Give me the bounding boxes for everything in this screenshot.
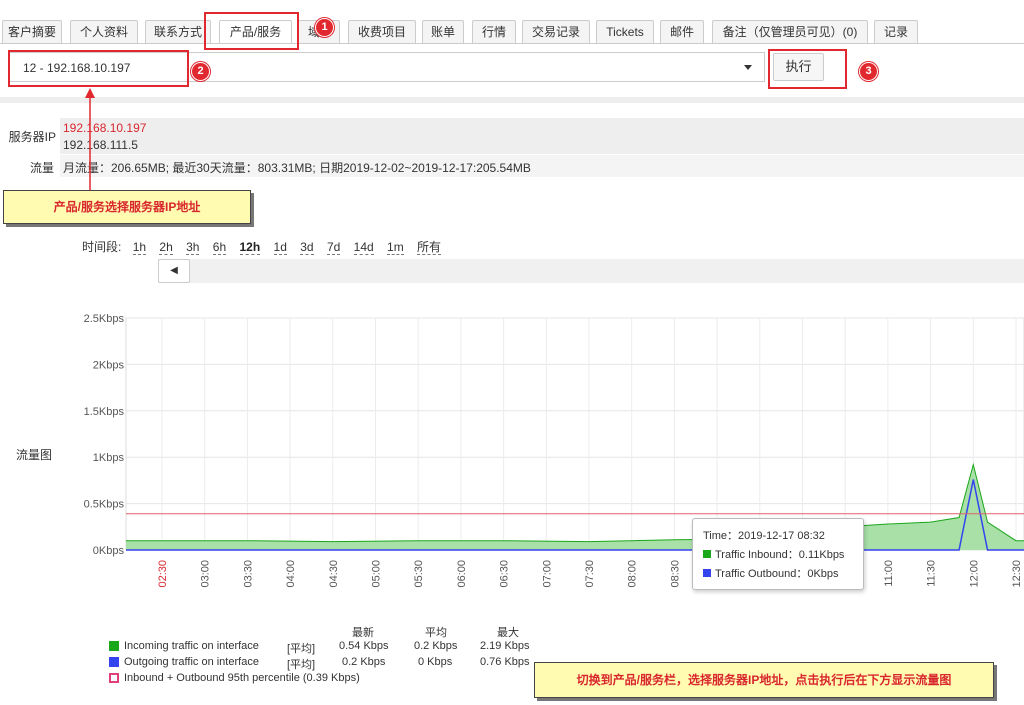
server-ip-secondary: 192.168.111.5 [63, 138, 138, 152]
y-tick-label: 2Kbps [93, 359, 125, 371]
server-ip-label: 服务器IP [8, 130, 56, 144]
period-label: 时间段: [82, 240, 122, 254]
note-select-ip: 产品/服务选择服务器IP地址 [3, 190, 251, 224]
x-tick-label: 12:00 [968, 560, 980, 588]
server-ip-row-bg [60, 118, 1024, 154]
chevron-down-icon [744, 65, 752, 70]
y-tick-label: 0.5Kbps [84, 499, 125, 511]
legend-header-max: 最大 [497, 627, 519, 639]
arrow-up-icon [85, 88, 95, 192]
legend-incoming-avg: 0.2 Kbps [414, 640, 458, 652]
y-tick-label: 1Kbps [93, 452, 125, 464]
y-tick-label: 0Kbps [93, 545, 125, 557]
legend-header-last: 最新 [352, 627, 374, 639]
inbound-swatch [703, 550, 711, 558]
outbound-swatch [703, 569, 711, 577]
callout-number-3: 3 [860, 63, 877, 80]
chart-tooltip: Time：2019-12-17 08:32 Traffic Inbound：0.… [692, 518, 864, 590]
tab-profile[interactable]: 个人资料 [70, 20, 138, 44]
x-tick-label: 03:00 [200, 560, 212, 588]
x-tick-label: 12:30 [1011, 560, 1023, 588]
tooltip-inbound: Traffic Inbound：0.11Kbps [703, 546, 853, 562]
y-tick-label: 1.5Kbps [84, 406, 125, 418]
callout-number-2: 2 [192, 63, 209, 80]
x-tick-label: 08:00 [627, 560, 639, 588]
x-tick-label: 07:00 [541, 560, 553, 588]
tooltip-outbound-text: Traffic Outbound：0Kbps [715, 568, 839, 580]
period-option-7d[interactable]: 7d [326, 240, 341, 255]
period-option-12h[interactable]: 12h [239, 240, 261, 255]
tab-billable-items[interactable]: 收费项目 [348, 20, 416, 44]
section-separator [0, 97, 1024, 103]
legend-swatch-incoming [109, 641, 119, 651]
tooltip-outbound: Traffic Outbound：0Kbps [703, 565, 853, 581]
x-tick-label: 03:30 [242, 560, 254, 588]
period-option-2h[interactable]: 2h [159, 240, 173, 255]
x-tick-label: 08:30 [669, 560, 681, 588]
tab-log[interactable]: 记录 [874, 20, 918, 44]
period-option-3d[interactable]: 3d [300, 240, 314, 255]
legend-incoming-last: 0.54 Kbps [339, 640, 389, 652]
callout-box-tab [204, 12, 299, 50]
tab-transactions[interactable]: 交易记录 [522, 20, 590, 44]
scroll-left-button[interactable]: ◀ [158, 259, 190, 283]
legend-swatch-outgoing [109, 657, 119, 667]
x-tick-label: 05:00 [371, 560, 383, 588]
legend-outgoing-last: 0.2 Kbps [342, 656, 386, 668]
traffic-label: 流量 [29, 161, 54, 175]
chevron-left-icon: ◀ [170, 265, 178, 276]
tab-bar: 客户摘要 个人资料 联系方式 产品/服务 域 收费项目 账单 行情 交易记录 T… [0, 20, 1024, 44]
callout-box-select [8, 50, 189, 87]
x-tick-label: 11:30 [926, 560, 938, 587]
traffic-chart: 0Kbps 0.5Kbps 1Kbps 1.5Kbps 2Kbps 2.5Kbps 02:3… [84, 313, 1024, 588]
server-ip-primary: 192.168.10.197 [63, 121, 147, 135]
period-option-1m[interactable]: 1m [387, 240, 404, 255]
period-selector: 时间段: 1h 2h 3h 6h 12h 1d 3d 7d 14d 1m 所有 [82, 238, 451, 255]
y-tick-label: 2.5Kbps [84, 313, 125, 325]
period-option-1h[interactable]: 1h [132, 240, 147, 255]
x-tick-label: 06:00 [456, 560, 468, 588]
legend-outgoing-max: 0.76 Kbps [480, 656, 530, 668]
x-tick-label: 05:30 [413, 560, 425, 588]
tab-notes[interactable]: 备注（仅管理员可见）(0) [712, 20, 868, 44]
period-option-6h[interactable]: 6h [212, 240, 227, 255]
legend-incoming-fn: [平均] [287, 643, 316, 655]
x-tick-label: 02:30 [157, 560, 169, 588]
legend-outgoing-name: Outgoing traffic on interface [124, 656, 259, 668]
tooltip-time: Time：2019-12-17 08:32 [703, 530, 825, 542]
legend-swatch-percentile [109, 673, 119, 683]
legend-header-avg: 平均 [425, 627, 447, 639]
plot-area [125, 317, 1024, 551]
period-option-all[interactable]: 所有 [417, 240, 442, 255]
tab-invoices[interactable]: 账单 [422, 20, 464, 44]
legend-outgoing-fn: [平均] [287, 659, 316, 671]
x-tick-label: 11:00 [883, 560, 895, 587]
tab-quotes[interactable]: 行情 [472, 20, 516, 44]
tab-emails[interactable]: 邮件 [660, 20, 704, 44]
x-tick-label: 07:30 [584, 560, 596, 588]
legend-percentile-name: Inbound + Outbound 95th percentile (0.39… [124, 672, 360, 684]
chart-label: 流量图 [16, 448, 53, 462]
period-option-3h[interactable]: 3h [186, 240, 200, 255]
tooltip-inbound-text: Traffic Inbound：0.11Kbps [715, 549, 845, 561]
period-option-1d[interactable]: 1d [273, 240, 287, 255]
x-tick-label: 06:30 [499, 560, 511, 588]
timeline-scrollbar[interactable] [158, 259, 1024, 283]
x-tick-label: 04:00 [285, 560, 297, 588]
legend-outgoing-avg: 0 Kbps [418, 656, 453, 668]
period-option-14d[interactable]: 14d [353, 240, 374, 255]
legend-incoming-name: Incoming traffic on interface [124, 640, 259, 652]
tab-contacts[interactable]: 联系方式 [145, 20, 211, 44]
callout-box-execute [768, 49, 847, 89]
note-instructions: 切换到产品/服务栏，选择服务器IP地址，点击执行后在下方显示流量图 [534, 662, 994, 698]
tab-divider [0, 43, 1024, 44]
legend-incoming-max: 2.19 Kbps [480, 640, 530, 652]
x-tick-label: 04:30 [328, 560, 340, 588]
tab-tickets[interactable]: Tickets [596, 20, 654, 44]
traffic-value: 月流量：206.65MB; 最近30天流量：803.31MB; 日期2019-1… [63, 161, 531, 175]
tab-customer-summary[interactable]: 客户摘要 [2, 20, 62, 44]
callout-number-1: 1 [316, 19, 333, 36]
